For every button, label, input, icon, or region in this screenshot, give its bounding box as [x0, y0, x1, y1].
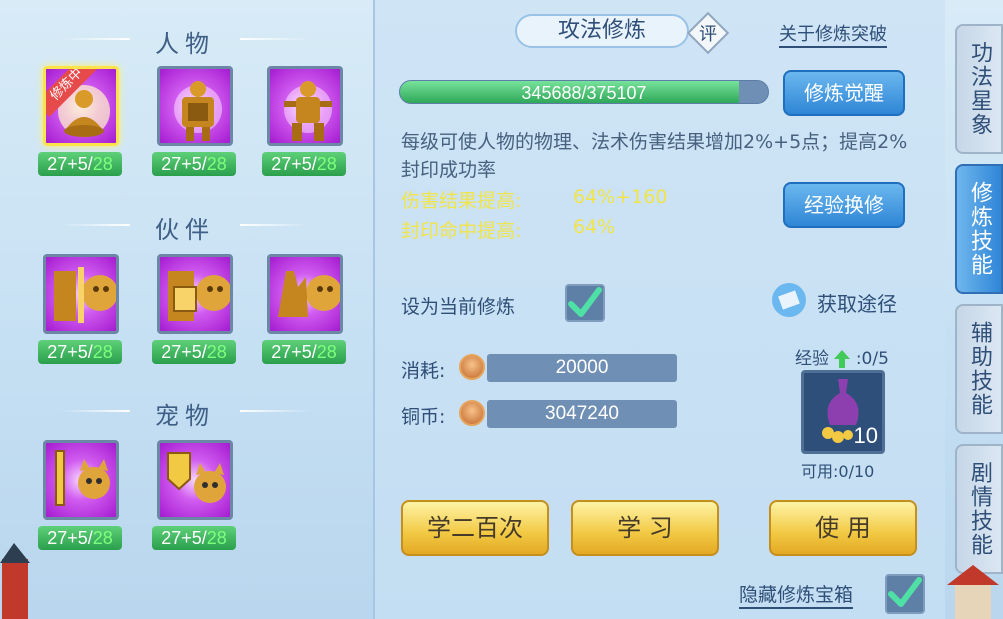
section-title-pet: 宠物	[155, 402, 215, 430]
tab-auxiliary-skills[interactable]: 辅助技能	[955, 304, 1003, 434]
skill-level: 27+5/28	[38, 340, 122, 364]
stat-damage: 伤害结果提高: 64%+160	[401, 186, 667, 213]
awaken-button[interactable]: 修炼觉醒	[783, 70, 905, 116]
level-max: 28	[92, 528, 113, 548]
stat-damage-value: 64%+160	[573, 186, 668, 208]
level-max: 28	[206, 528, 227, 548]
skill-card-partner-1[interactable]: 27+5/28	[38, 254, 122, 368]
level-text: 27+5/	[271, 342, 317, 362]
about-breakthrough-link[interactable]: 关于修炼突破	[779, 20, 887, 48]
skill-card-pet-1[interactable]: 27+5/28	[38, 440, 122, 554]
cost-value: 20000	[487, 354, 677, 382]
level-max: 28	[206, 342, 227, 362]
exp-count-label: 经验 :0/5	[795, 344, 889, 369]
warrior-stance-icon	[267, 66, 343, 146]
cat-shield-icon	[157, 440, 233, 520]
pavilion-decoration	[947, 565, 999, 619]
pavilion-decoration	[0, 543, 30, 619]
copper-coin-icon	[459, 354, 485, 380]
exp-available: 可用:0/10	[801, 462, 875, 481]
cloud-ornament	[240, 410, 310, 412]
set-current-label: 设为当前修炼	[401, 296, 516, 318]
level-text: 27+5/	[161, 528, 207, 548]
tab-star-arts[interactable]: 功法星象	[955, 24, 1003, 154]
arrow-up-icon	[834, 350, 851, 368]
cost-label: 消耗:	[401, 360, 446, 382]
level-max: 28	[316, 342, 337, 362]
level-max: 28	[92, 342, 113, 362]
level-max: 28	[316, 154, 337, 174]
monk-meditate-icon: 修炼中	[43, 66, 119, 146]
section-title-partner: 伙伴	[155, 216, 215, 244]
exp-count: :0/5	[855, 349, 889, 369]
study-200-button[interactable]: 学二百次	[401, 500, 549, 556]
exp-label-text: 经验	[795, 349, 829, 369]
level-text: 27+5/	[161, 154, 207, 174]
skill-card-pet-2[interactable]: 27+5/28	[152, 440, 236, 554]
copper-coin-icon	[459, 400, 485, 426]
section-title-character: 人物	[155, 30, 215, 58]
stat-damage-label: 伤害结果提高:	[401, 190, 522, 212]
training-description: 每级可使人物的物理、法术伤害结果增加2%+5点；提高2%封印成功率	[401, 131, 908, 181]
skill-level: 27+5/28	[262, 152, 346, 176]
tab-training-skills[interactable]: 修炼技能	[955, 164, 1003, 294]
use-button[interactable]: 使 用	[769, 500, 917, 556]
get-path-label: 获取途径	[817, 292, 897, 316]
stat-seal: 封印命中提高: 64%	[401, 216, 615, 243]
exchange-exp-button[interactable]: 经验换修	[783, 182, 905, 228]
stat-seal-label: 封印命中提高:	[401, 220, 522, 242]
rating-badge-label: 评	[699, 24, 717, 45]
skill-list-panel: 人物 修炼中 27+5/28 27+5/28 27+5/28 伙伴 27+5/2…	[0, 0, 370, 619]
cloud-ornament	[240, 38, 310, 40]
skill-level: 27+5/28	[152, 340, 236, 364]
check-icon	[888, 577, 922, 607]
training-detail-panel: 攻法修炼 评 关于修炼突破 345688/375107 修炼觉醒 每级可使人物的…	[373, 0, 945, 619]
warrior-shield-icon	[157, 66, 233, 146]
stat-seal-value: 64%	[573, 216, 616, 238]
check-icon	[568, 287, 602, 317]
cloud-ornament	[240, 224, 310, 226]
skill-level: 27+5/28	[38, 526, 122, 550]
skill-level: 27+5/28	[262, 340, 346, 364]
skill-card-character-3[interactable]: 27+5/28	[262, 66, 346, 180]
skill-level: 27+5/28	[152, 526, 236, 550]
tab-story-skills[interactable]: 剧情技能	[955, 444, 1003, 574]
skill-card-character-2[interactable]: 27+5/28	[152, 66, 236, 180]
level-text: 27+5/	[271, 154, 317, 174]
cat-sword-icon	[43, 440, 119, 520]
level-text: 27+5/	[47, 342, 93, 362]
exp-item-slot[interactable]: 10	[801, 370, 885, 454]
level-text: 27+5/	[47, 528, 93, 548]
skill-card-partner-2[interactable]: 27+5/28	[152, 254, 236, 368]
lion-palm-icon	[267, 254, 343, 334]
skill-card-character-1[interactable]: 修炼中 27+5/28	[38, 66, 122, 180]
level-text: 27+5/	[161, 342, 207, 362]
exp-progress-text: 345688/375107	[521, 83, 647, 103]
coins-value: 3047240	[487, 400, 677, 428]
level-max: 28	[92, 154, 113, 174]
skill-card-partner-3[interactable]: 27+5/28	[262, 254, 346, 368]
hide-chest-checkbox[interactable]	[885, 574, 925, 614]
book-icon	[772, 283, 806, 317]
skill-level: 27+5/28	[38, 152, 122, 176]
exp-item-count: 10	[853, 423, 878, 448]
study-button[interactable]: 学 习	[571, 500, 719, 556]
skill-level: 27+5/28	[152, 152, 236, 176]
set-current-checkbox[interactable]	[565, 284, 605, 322]
page-title: 攻法修炼	[515, 14, 689, 48]
lion-shield-icon	[157, 254, 233, 334]
hide-chest-label: 隐藏修炼宝箱	[739, 580, 854, 609]
coins-label: 铜币:	[401, 406, 446, 428]
level-text: 27+5/	[47, 154, 93, 174]
level-max: 28	[206, 154, 227, 174]
lion-sword-icon	[43, 254, 119, 334]
exp-progress-bar: 345688/375107	[399, 80, 769, 104]
